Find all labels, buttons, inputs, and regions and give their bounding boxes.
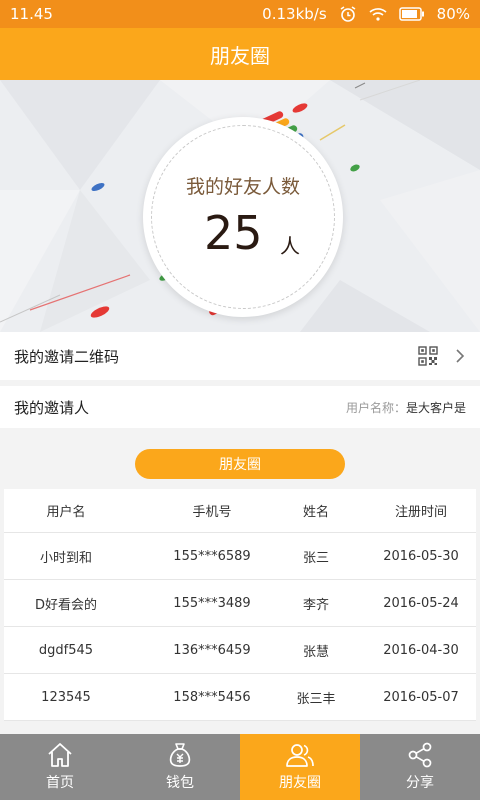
- table-row[interactable]: 123545 158***5456 张三丰 2016-05-07: [4, 674, 476, 721]
- page-header: 朋友圈: [0, 28, 480, 80]
- cell-reg-time: 2016-05-24: [383, 595, 459, 611]
- page-title: 朋友圈: [210, 43, 270, 68]
- tab-share[interactable]: 分享: [360, 734, 480, 800]
- battery-level: 80%: [436, 5, 470, 23]
- tab-home-label: 首页: [46, 775, 74, 791]
- friends-table: 用户名 手机号 姓名 注册时间 小时到和 155***6589 张三 2016-…: [4, 489, 476, 721]
- share-icon: [408, 742, 432, 768]
- cell-name: 张三: [302, 550, 329, 566]
- cell-reg-time: 2016-05-07: [383, 689, 459, 705]
- chevron-right-icon: [456, 349, 465, 363]
- cell-username: D好看会的: [34, 597, 97, 613]
- cell-reg-time: 2016-04-30: [383, 642, 459, 658]
- cell-name: 张慧: [302, 644, 329, 660]
- wifi-icon: [369, 7, 387, 21]
- column-header-phone: 手机号: [192, 505, 232, 520]
- table-row[interactable]: 小时到和 155***6589 张三 2016-05-30: [4, 533, 476, 580]
- inviter-name-value: 是大客户是: [405, 400, 466, 415]
- inviter-name: 用户名称：是大客户是: [346, 399, 466, 416]
- invite-qr-row[interactable]: 我的邀请二维码: [0, 332, 480, 380]
- cell-name: 李齐: [302, 597, 329, 613]
- alarm-icon: [339, 5, 357, 23]
- friends-count-title: 我的好友人数: [185, 176, 300, 198]
- qr-code-icon: [418, 346, 438, 366]
- inviter-label: 我的邀请人: [14, 398, 90, 417]
- network-speed: 0.13kb/s: [262, 5, 327, 23]
- inviter-name-key: 用户名称：: [345, 400, 406, 415]
- table-header-row: 用户名 手机号 姓名 注册时间: [4, 489, 476, 533]
- tab-home[interactable]: 首页: [0, 734, 120, 800]
- wallet-icon: [169, 743, 191, 767]
- status-bar: 11.45 0.13kb/s 80%: [0, 0, 480, 28]
- friends-count-unit: 人: [280, 234, 300, 258]
- cell-username: 小时到和: [39, 550, 92, 566]
- column-header-reg-time: 注册时间: [394, 505, 447, 520]
- cell-phone: 155***6589: [173, 548, 251, 564]
- cell-username: 123545: [41, 689, 91, 705]
- friends-count-value: 25: [204, 206, 263, 260]
- status-right: 0.13kb/s 80%: [262, 5, 470, 23]
- tab-friends-label: 朋友圈: [279, 775, 321, 791]
- cell-phone: 158***5456: [173, 689, 251, 705]
- invite-qr-label: 我的邀请二维码: [14, 347, 120, 366]
- cell-phone: 155***3489: [173, 595, 251, 611]
- column-header-name: 姓名: [302, 505, 329, 520]
- cell-username: dgdf545: [38, 642, 94, 658]
- cell-phone: 136***6459: [173, 642, 251, 658]
- bottom-tab-bar: 首页 钱包 朋友圈 分享: [0, 734, 480, 800]
- home-icon: [48, 743, 72, 767]
- table-row[interactable]: D好看会的 155***3489 李齐 2016-05-24: [4, 580, 476, 627]
- status-time: 11.45: [10, 5, 53, 23]
- tab-wallet[interactable]: 钱包: [120, 734, 240, 800]
- table-row[interactable]: dgdf545 136***6459 张慧 2016-04-30: [4, 627, 476, 674]
- inviter-row: 我的邀请人 用户名称：是大客户是: [0, 386, 480, 428]
- column-header-username: 用户名: [46, 505, 86, 520]
- friends-section-button[interactable]: 朋友圈: [135, 449, 345, 479]
- tab-friends[interactable]: 朋友圈: [240, 734, 360, 800]
- battery-icon: [398, 7, 425, 21]
- tab-wallet-label: 钱包: [166, 775, 194, 791]
- friends-icon: [286, 744, 314, 767]
- cell-name: 张三丰: [296, 691, 336, 707]
- cell-reg-time: 2016-05-30: [383, 548, 459, 564]
- friends-section-label: 朋友圈: [219, 457, 261, 473]
- tab-share-label: 分享: [406, 775, 434, 791]
